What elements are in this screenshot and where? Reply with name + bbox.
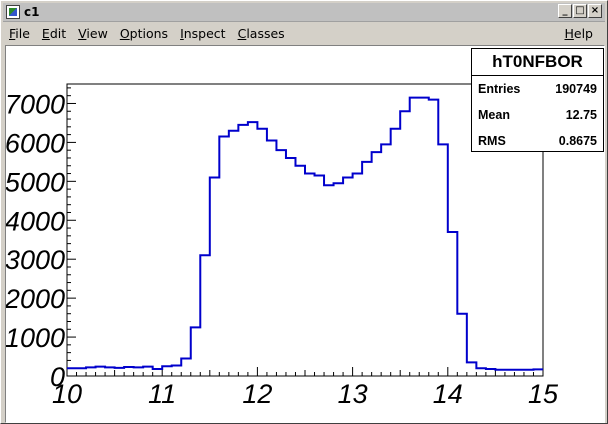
app-icon bbox=[6, 5, 20, 19]
stats-label: Mean bbox=[478, 108, 510, 122]
stats-value: 12.75 bbox=[565, 108, 597, 122]
title-bar[interactable]: c1 _ □ × bbox=[3, 3, 605, 22]
maximize-button[interactable]: □ bbox=[573, 4, 587, 18]
histogram-bin bbox=[162, 366, 172, 376]
histogram-bin bbox=[476, 368, 486, 376]
stats-value: 0.8675 bbox=[558, 134, 597, 148]
histogram-bin bbox=[143, 367, 153, 376]
histogram-bin bbox=[391, 129, 401, 376]
menu-options[interactable]: Options bbox=[114, 26, 174, 41]
histogram-bin bbox=[533, 369, 543, 376]
histogram-bin bbox=[77, 368, 87, 376]
histogram-bin bbox=[229, 131, 239, 376]
menu-help[interactable]: Help bbox=[558, 26, 599, 41]
histogram-bin bbox=[191, 327, 201, 376]
histogram-bin bbox=[315, 175, 325, 376]
histogram-bin bbox=[86, 367, 96, 376]
histogram-bin bbox=[524, 370, 534, 376]
histogram-bin bbox=[67, 368, 77, 376]
window-controls: _ □ × bbox=[558, 4, 602, 18]
histogram-bin bbox=[286, 158, 296, 376]
y-tick-label: 3000 bbox=[6, 245, 65, 275]
histogram-bin bbox=[438, 144, 448, 376]
histogram-bin bbox=[467, 362, 477, 376]
menu-edit[interactable]: Edit bbox=[36, 26, 72, 41]
histogram-bin bbox=[514, 370, 524, 376]
histogram-bin bbox=[238, 125, 248, 376]
root-canvas-window: c1 _ □ × File Edit View Options Inspect … bbox=[0, 0, 608, 424]
x-tick-label: 13 bbox=[338, 379, 368, 409]
y-tick-label: 1000 bbox=[6, 323, 65, 353]
stats-row-entries: Entries 190749 bbox=[472, 76, 603, 102]
histogram-bin bbox=[257, 129, 267, 376]
histogram-bin bbox=[334, 183, 344, 376]
stats-row-rms: RMS 0.8675 bbox=[472, 128, 603, 154]
histogram-bin bbox=[457, 314, 467, 376]
stats-value: 190749 bbox=[555, 82, 597, 96]
histogram-bin bbox=[248, 122, 258, 376]
stats-label: Entries bbox=[478, 82, 521, 96]
stats-label: RMS bbox=[478, 134, 506, 148]
menu-bar: File Edit View Options Inspect Classes H… bbox=[3, 23, 605, 43]
histogram-bin bbox=[343, 177, 353, 376]
histogram-bin bbox=[486, 369, 496, 376]
close-button[interactable]: × bbox=[588, 4, 602, 18]
histogram-bin bbox=[219, 137, 229, 376]
x-tick-label: 12 bbox=[242, 379, 272, 409]
histogram-bin bbox=[495, 370, 505, 376]
histogram-bin bbox=[400, 111, 410, 376]
histogram-bin bbox=[295, 166, 305, 376]
window-title: c1 bbox=[24, 5, 40, 19]
histogram-bin bbox=[410, 98, 420, 376]
histogram-bin bbox=[429, 100, 439, 376]
histogram-bin bbox=[181, 358, 191, 376]
y-tick-label: 0 bbox=[50, 362, 65, 392]
histogram-bin bbox=[267, 140, 277, 376]
histogram-bin bbox=[134, 367, 144, 376]
histogram-bin bbox=[419, 98, 429, 376]
stats-row-mean: Mean 12.75 bbox=[472, 102, 603, 128]
y-tick-label: 5000 bbox=[6, 167, 65, 197]
histogram-bin bbox=[105, 367, 115, 376]
y-tick-label: 2000 bbox=[6, 284, 65, 314]
y-tick-label: 7000 bbox=[6, 89, 65, 119]
minimize-button[interactable]: _ bbox=[558, 4, 572, 18]
histogram-bin bbox=[276, 150, 286, 376]
histogram-bin bbox=[172, 365, 182, 376]
histogram-bin bbox=[305, 174, 315, 376]
menu-view[interactable]: View bbox=[72, 26, 114, 41]
histogram-name: hT0NFBOR bbox=[472, 49, 603, 76]
histogram-bin bbox=[115, 368, 125, 376]
histogram-bin bbox=[210, 177, 220, 376]
menu-file[interactable]: File bbox=[3, 26, 36, 41]
histogram-bin bbox=[124, 367, 134, 376]
histogram-bin bbox=[324, 185, 334, 376]
histogram-bin bbox=[372, 152, 382, 376]
stats-box[interactable]: hT0NFBOR Entries 190749 Mean 12.75 RMS 0… bbox=[471, 48, 604, 152]
x-tick-label: 11 bbox=[148, 379, 176, 409]
x-tick-label: 15 bbox=[528, 379, 559, 409]
y-tick-label: 4000 bbox=[6, 206, 65, 236]
menu-inspect[interactable]: Inspect bbox=[174, 26, 232, 41]
histogram-bin bbox=[353, 174, 363, 376]
histogram-bin bbox=[96, 367, 106, 376]
y-tick-label: 6000 bbox=[6, 128, 65, 158]
x-tick-label: 14 bbox=[433, 379, 463, 409]
histogram-bin bbox=[153, 369, 163, 376]
histogram-bin bbox=[381, 144, 391, 376]
menu-classes[interactable]: Classes bbox=[232, 26, 291, 41]
histogram-bin bbox=[505, 370, 515, 376]
histogram-bin bbox=[362, 162, 372, 376]
histogram-bin bbox=[448, 232, 458, 376]
histogram-bin bbox=[200, 255, 210, 376]
